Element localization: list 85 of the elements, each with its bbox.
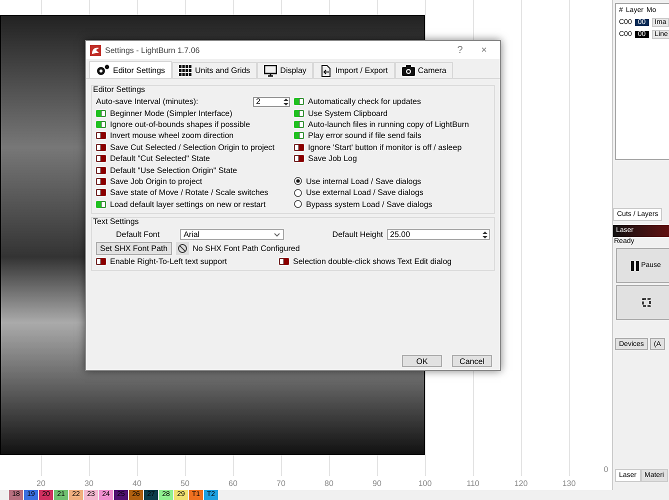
option-label: Auto-launch files in running copy of LightBurn [308, 120, 469, 129]
ruler-label: 20 [36, 478, 46, 488]
settings-tab[interactable]: Camera [394, 62, 454, 78]
toggle-switch[interactable] [279, 258, 289, 266]
toggle-switch[interactable] [96, 200, 106, 208]
option-label: Save Job Origin to project [110, 176, 202, 186]
option-label: Ignore 'Start' button if monitor is off / asleep [308, 142, 462, 152]
ruler-label: 0 [602, 465, 610, 474]
set-shx-font-path-button[interactable]: Set SHX Font Path [96, 242, 172, 256]
help-button[interactable]: ? [450, 44, 470, 56]
app-logo-icon [90, 44, 101, 56]
frame-button[interactable] [616, 285, 669, 320]
settings-tab[interactable]: Editor Settings [89, 61, 172, 78]
close-button[interactable]: × [474, 44, 494, 56]
settings-tab[interactable]: Units and Grids [172, 62, 258, 78]
window-title: Settings - LightBurn 1.7.06 [105, 46, 201, 54]
option-label: Bypass system Load / Save dialogs [306, 200, 432, 209]
toggle-switch[interactable] [294, 155, 304, 162]
toggle-switch[interactable] [96, 132, 106, 140]
ruler-label: 30 [84, 478, 94, 488]
option-label: Selection double-click shows Text Edit dialog [293, 257, 452, 266]
font-dropdown[interactable]: Arial [180, 229, 284, 240]
radio-button[interactable] [294, 177, 302, 186]
toggle-switch[interactable] [96, 110, 106, 117]
option-label: Automatically check for updates [308, 97, 421, 106]
toggle-switch[interactable] [96, 189, 106, 196]
ruler-label: 90 [372, 478, 382, 488]
option-label: Save Cut Selected / Selection Origin to project [110, 142, 275, 152]
ruler-label: 60 [228, 478, 238, 488]
option-label: Save state of Move / Rotate / Scale switches [110, 188, 268, 198]
no-entry-icon [176, 242, 189, 256]
ruler-label: 80 [324, 478, 334, 488]
dialog-button[interactable]: OK [402, 355, 442, 367]
toggle-switch[interactable] [294, 120, 304, 128]
radio-button[interactable] [294, 200, 302, 208]
pause-icon [631, 260, 640, 270]
radio-button[interactable] [294, 188, 302, 197]
settings-tab[interactable]: Display [257, 62, 314, 78]
document-arrow-icon [320, 64, 332, 76]
ruler-label: 40 [132, 478, 142, 488]
option-label: Use external Load / Save dialogs [306, 188, 424, 198]
toggle-switch[interactable] [294, 110, 304, 117]
grid-icon [179, 64, 192, 76]
option-label: Invert mouse wheel zoom direction [110, 131, 234, 140]
option-label: Use System Clipboard [308, 108, 388, 118]
ruler-label: 100 [417, 478, 433, 488]
group-title: Editor Settings [93, 85, 146, 94]
group-title: Text Settings [93, 216, 140, 226]
option-label: Ignore out-of-bounds shapes if possible [110, 120, 250, 129]
toggle-switch[interactable] [96, 155, 106, 162]
ruler-label: 120 [513, 478, 529, 488]
camera-icon [402, 65, 415, 76]
option-label: Beginner Mode (Simpler Interface) [110, 108, 232, 118]
option-label: Load default layer settings on new or restart [110, 200, 266, 209]
toggle-switch[interactable] [96, 166, 106, 174]
height-spinbox[interactable]: 25.00 [387, 229, 490, 240]
ruler-label: 70 [276, 478, 286, 488]
ruler-label: 110 [466, 478, 480, 488]
dialog-button[interactable]: Cancel [452, 355, 492, 367]
option-label: Save Job Log [308, 154, 357, 164]
option-label: Play error sound if file send fails [308, 131, 422, 140]
option-label: Enable Right-To-Left text support [110, 257, 227, 266]
chevron-down-icon [274, 232, 280, 237]
toggle-switch[interactable] [96, 144, 106, 151]
toggle-switch[interactable] [294, 132, 304, 140]
ruler-label: 130 [561, 478, 577, 488]
toggle-switch[interactable] [294, 144, 304, 151]
autosave-spinbox[interactable]: 2 [253, 96, 290, 107]
settings-tab[interactable]: Import / Export [313, 62, 395, 78]
frame-icon [642, 298, 650, 307]
monitor-icon [264, 64, 278, 76]
spin-arrows-icon [283, 98, 289, 106]
spin-arrows-icon [482, 230, 488, 239]
ruler-label: 50 [180, 478, 190, 488]
field-label: Default Height [332, 230, 383, 240]
field-label: Auto-save Interval (minutes): [96, 97, 198, 106]
option-label: Default "Use Selection Origin" State [110, 166, 238, 175]
toggle-switch[interactable] [294, 98, 304, 106]
option-label: Use internal Load / Save dialogs [306, 176, 422, 186]
toggle-switch[interactable] [96, 258, 106, 266]
status-text: No SHX Font Path Configured [192, 244, 300, 254]
option-label: Default "Cut Selected" State [110, 154, 210, 164]
field-label: Default Font [116, 230, 160, 240]
toggle-switch[interactable] [96, 120, 106, 128]
toggle-switch[interactable] [96, 178, 106, 185]
